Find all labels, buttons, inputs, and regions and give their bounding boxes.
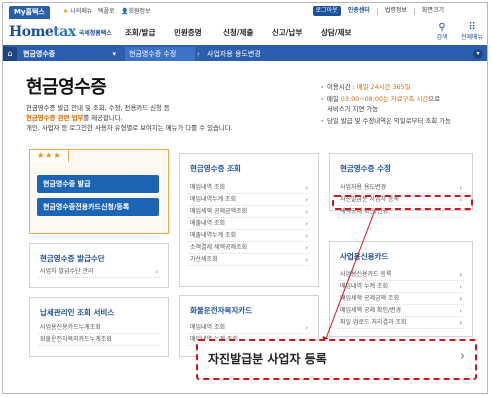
chevron-right-icon: › [459,349,465,364]
zoom-callout: 자진발급분 사업자 등록 › [196,339,477,380]
browser-frame: My홈택스 ★ 나의메뉴 텍플로 👤회원정보 로그아웃 인증센터 법령정보 화면… [2,2,488,394]
zoom-callout-label: 자진발급분 사업자 등록 [208,352,327,366]
callout-arrow-icon [321,209,376,346]
